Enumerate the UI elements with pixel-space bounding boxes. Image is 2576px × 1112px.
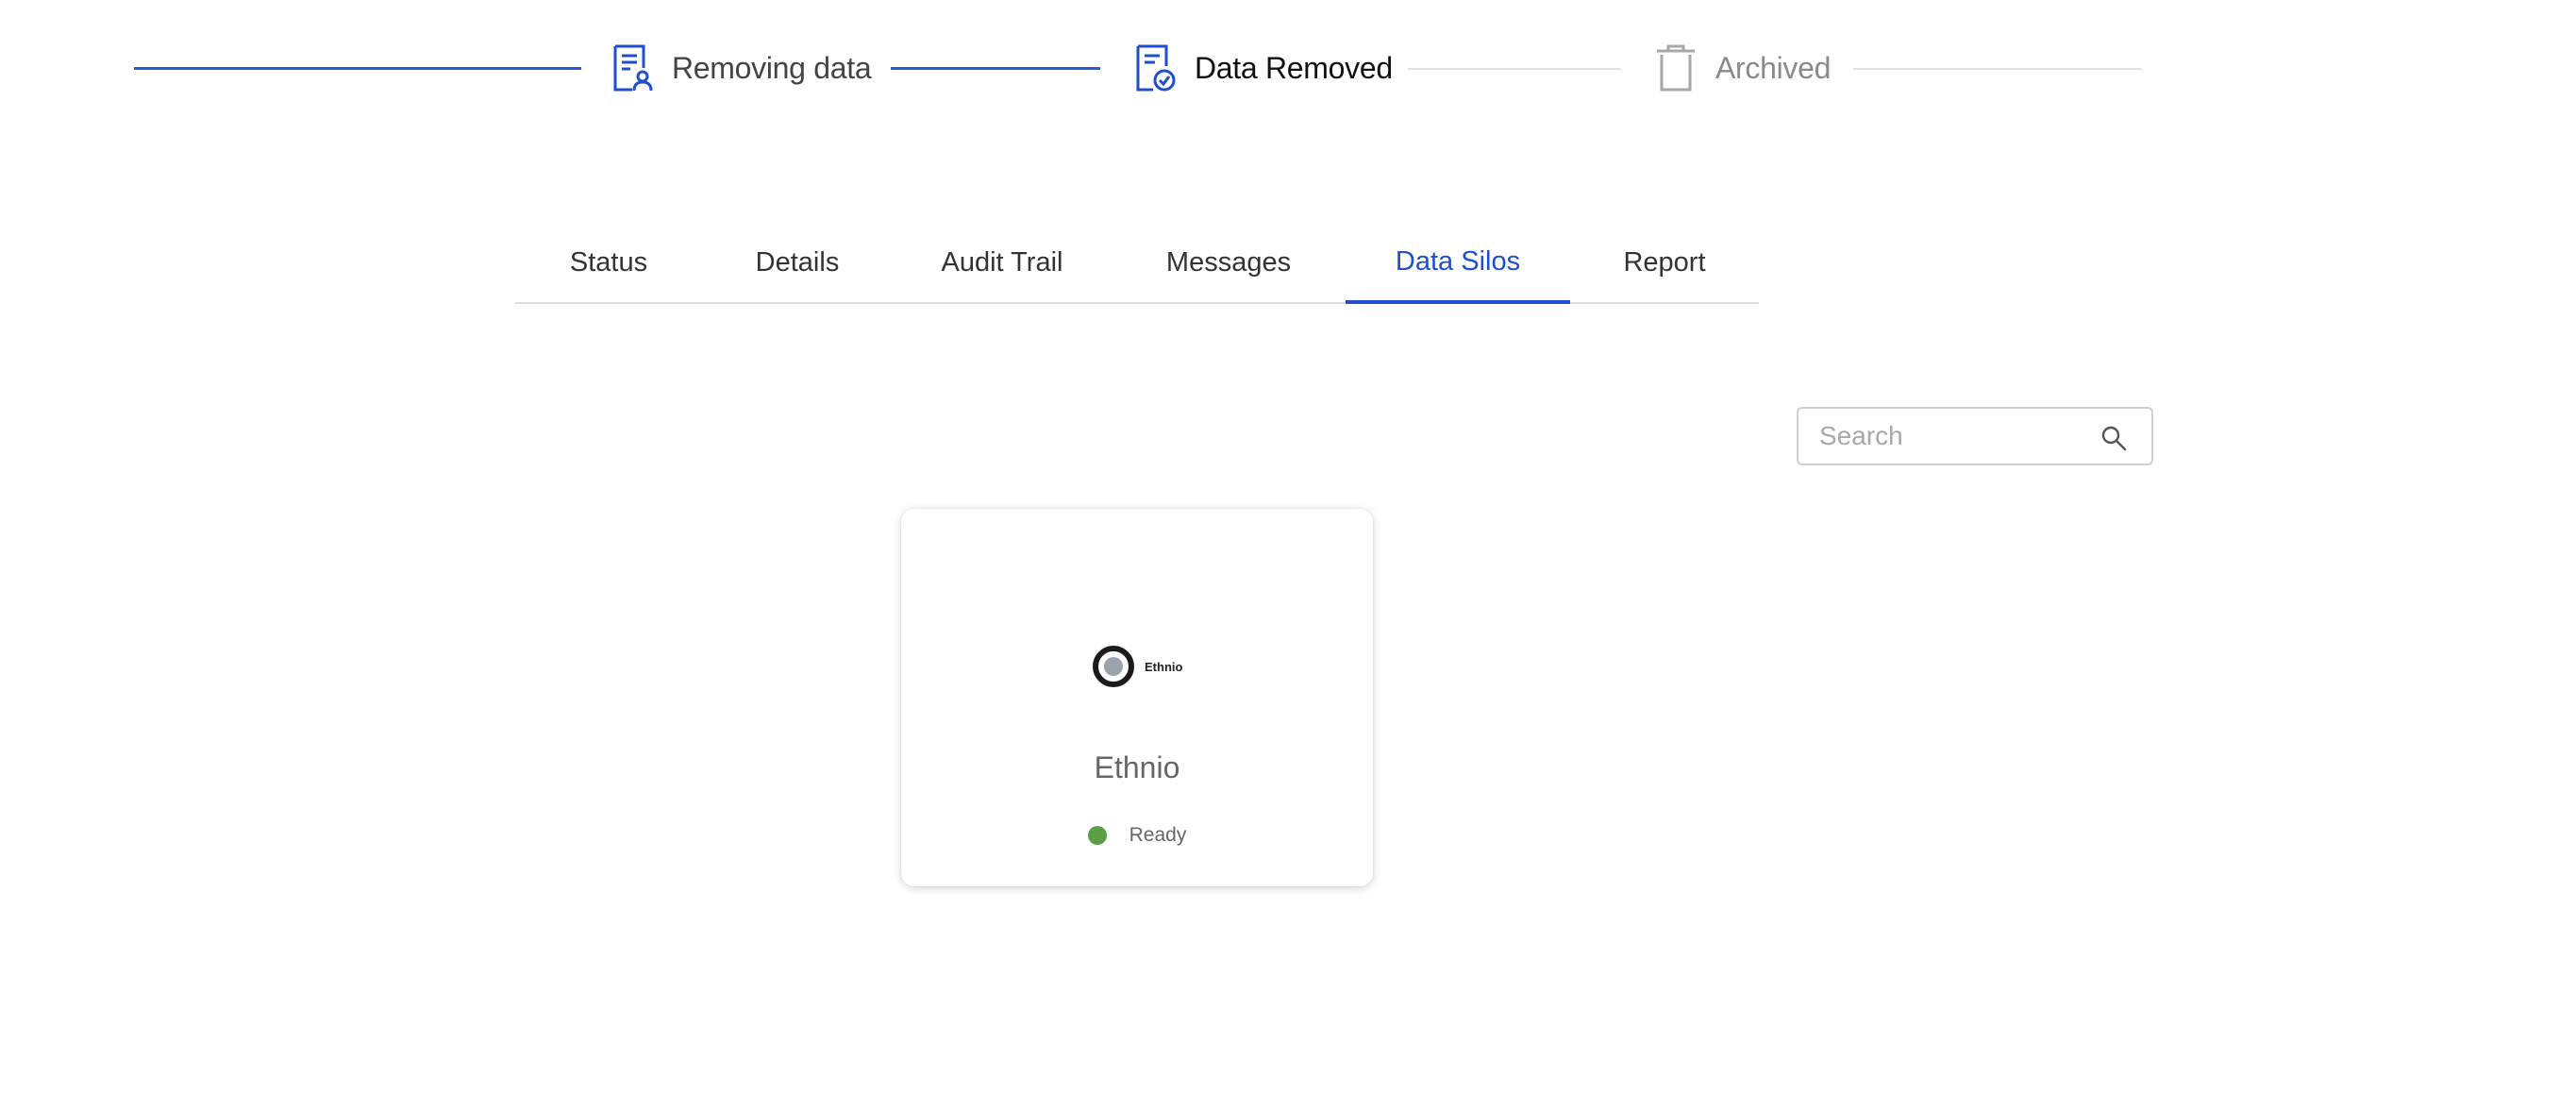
ethnio-logo-icon — [1093, 646, 1134, 687]
silo-logo: Ethnio — [1092, 645, 1182, 688]
silo-name: Ethnio — [1094, 750, 1180, 784]
tab-report[interactable]: Report — [1570, 223, 1759, 302]
request-tabs: Status Details Audit Trail Messages Data… — [515, 223, 1759, 304]
stepper-line-upcoming — [1408, 68, 1621, 70]
request-page: Removing data Data Removed Archived Stat… — [0, 0, 2576, 1112]
status-dot-icon — [1087, 826, 1107, 845]
status-text: Ready — [1129, 824, 1187, 846]
data-silo-card[interactable]: Ethnio Ethnio Ready — [901, 509, 1373, 886]
step-data-removed: Data Removed — [1134, 42, 1393, 94]
document-check-icon — [1136, 44, 1176, 92]
document-user-icon — [613, 44, 653, 92]
stepper-line-upcoming — [1853, 68, 2142, 70]
step-removing-data: Removing data — [611, 42, 872, 94]
progress-stepper: Removing data Data Removed Archived — [0, 0, 2576, 142]
silo-logo-text: Ethnio — [1145, 659, 1183, 674]
step-label: Archived — [1715, 50, 1832, 85]
tab-data-silos[interactable]: Data Silos — [1346, 223, 1570, 304]
search-box — [1797, 407, 2153, 465]
tab-audit-trail[interactable]: Audit Trail — [893, 223, 1112, 302]
trash-icon — [1657, 44, 1695, 92]
stepper-line-completed — [134, 67, 581, 70]
search-icon[interactable] — [2100, 425, 2127, 451]
step-archived: Archived — [1655, 42, 1831, 94]
silo-status: Ready — [901, 824, 1373, 847]
step-label: Data Removed — [1195, 50, 1393, 85]
tab-status[interactable]: Status — [515, 223, 702, 302]
step-label: Removing data — [672, 50, 872, 85]
search-input[interactable] — [1798, 409, 2095, 463]
tab-details[interactable]: Details — [702, 223, 893, 302]
stepper-line-completed — [891, 67, 1100, 70]
tab-messages[interactable]: Messages — [1112, 223, 1346, 302]
